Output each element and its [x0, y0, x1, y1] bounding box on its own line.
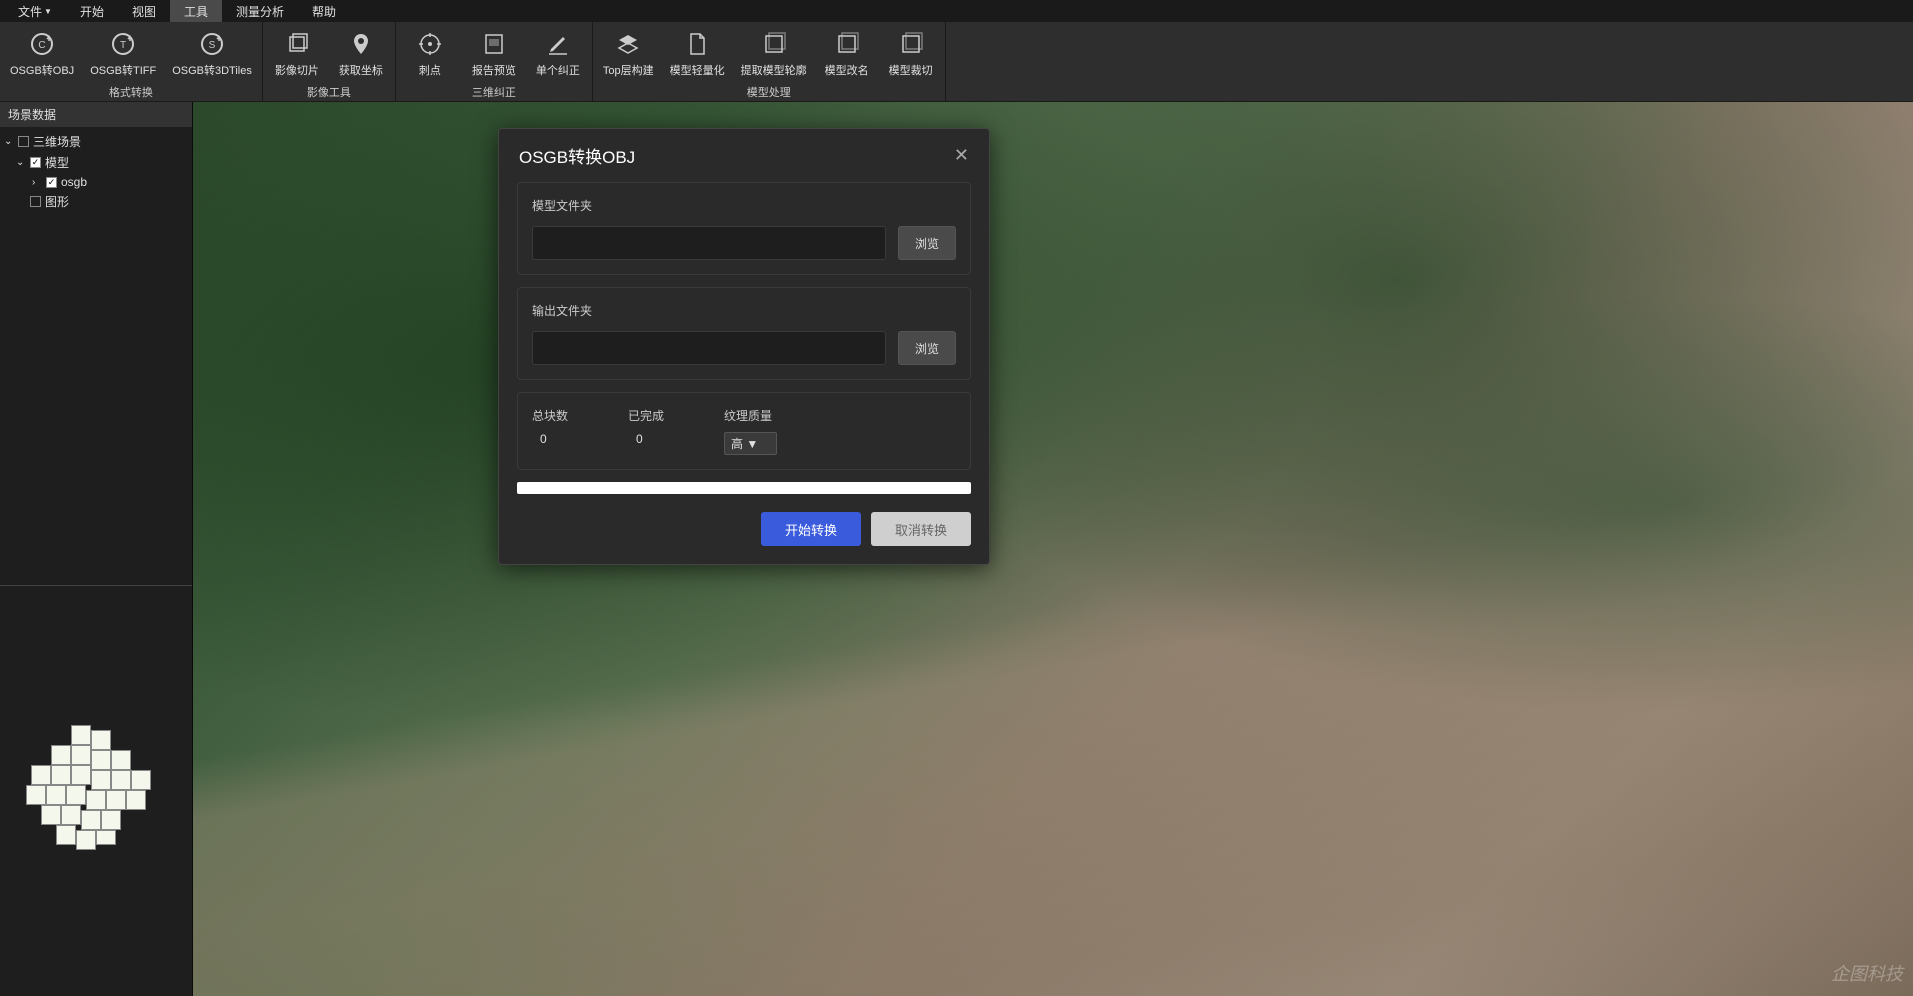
total-blocks-value: 0: [532, 432, 568, 446]
convert-c-icon: C: [28, 30, 56, 58]
output-folder-label: 输出文件夹: [532, 302, 956, 319]
texture-quality-label: 纹理质量: [724, 407, 777, 424]
3d-viewport[interactable]: 企图科技: [193, 102, 1913, 996]
checkbox[interactable]: [18, 136, 29, 147]
osgb-to-3dtiles-button[interactable]: S OSGB转3DTiles: [164, 22, 260, 82]
convert-t-icon: T: [109, 30, 137, 58]
close-icon[interactable]: ✕: [954, 145, 969, 166]
checkbox[interactable]: [30, 196, 41, 207]
svg-text:S: S: [209, 40, 216, 51]
top-layer-build-button[interactable]: Top层构建: [595, 22, 662, 82]
osgb-to-obj-button[interactable]: C OSGB转OBJ: [2, 22, 82, 82]
osgb-to-tiff-button[interactable]: T OSGB转TIFF: [82, 22, 164, 82]
watermark: 企图科技: [1831, 960, 1903, 986]
rename-icon: [833, 30, 861, 58]
ribbon-group-model: Top层构建 模型轻量化 提取模型轮廓 模型改名 模型裁切 模型处理: [593, 22, 946, 101]
checkbox[interactable]: [30, 157, 41, 168]
stack-icon: [614, 30, 642, 58]
menu-start[interactable]: 开始: [66, 0, 118, 22]
ribbon-group-image: 影像切片 获取坐标 影像工具: [263, 22, 396, 101]
pin-icon: [347, 30, 375, 58]
menu-view[interactable]: 视图: [118, 0, 170, 22]
menu-measure[interactable]: 测量分析: [222, 0, 298, 22]
menu-help[interactable]: 帮助: [298, 0, 350, 22]
report-preview-button[interactable]: 报告预览: [462, 22, 526, 82]
total-blocks-label: 总块数: [532, 407, 568, 424]
completed-value: 0: [628, 432, 664, 446]
checkbox[interactable]: [46, 177, 57, 188]
minimap[interactable]: [0, 594, 192, 996]
start-convert-button[interactable]: 开始转换: [761, 512, 861, 546]
prick-point-button[interactable]: 刺点: [398, 22, 462, 82]
scene-tree: ⌄ 三维场景 ⌄ 模型 › osgb 图形: [0, 127, 192, 577]
svg-text:T: T: [120, 40, 126, 51]
ribbon-toolbar: C OSGB转OBJ T OSGB转TIFF S OSGB转3DTiles 格式…: [0, 22, 1913, 102]
layers-icon: [283, 30, 311, 58]
tree-item-graphics[interactable]: 图形: [0, 191, 192, 212]
outline-icon: [760, 30, 788, 58]
divider: [0, 585, 192, 586]
convert-s-icon: S: [198, 30, 226, 58]
model-lightweight-button[interactable]: 模型轻量化: [662, 22, 733, 82]
report-icon: [480, 30, 508, 58]
menubar: 文件▼ 开始 视图 工具 测量分析 帮助: [0, 0, 1913, 22]
osgb-convert-dialog: OSGB转换OBJ ✕ 模型文件夹 浏览 输出文件夹 浏览 总块数 0: [498, 128, 990, 565]
sidebar-header: 场景数据: [0, 102, 192, 127]
svg-text:C: C: [38, 40, 45, 51]
tree-item-model[interactable]: ⌄ 模型: [0, 152, 192, 173]
ribbon-group-3d-correct: 刺点 报告预览 单个纠正 三维纠正: [396, 22, 593, 101]
ribbon-group-format: C OSGB转OBJ T OSGB转TIFF S OSGB转3DTiles 格式…: [0, 22, 263, 101]
model-folder-input[interactable]: [532, 226, 886, 260]
chevron-down-icon[interactable]: ⌄: [16, 157, 26, 168]
chevron-right-icon[interactable]: ›: [32, 177, 42, 188]
target-icon: [416, 30, 444, 58]
dialog-title: OSGB转换OBJ: [519, 143, 635, 168]
completed-label: 已完成: [628, 407, 664, 424]
pencil-icon: [544, 30, 572, 58]
cancel-convert-button[interactable]: 取消转换: [871, 512, 971, 546]
chevron-down-icon[interactable]: ⌄: [4, 136, 14, 147]
model-crop-button[interactable]: 模型裁切: [879, 22, 943, 82]
crop-icon: [897, 30, 925, 58]
extract-outline-button[interactable]: 提取模型轮廓: [733, 22, 815, 82]
tree-item-osgb[interactable]: › osgb: [0, 173, 192, 191]
tree-item-scene[interactable]: ⌄ 三维场景: [0, 131, 192, 152]
single-correct-button[interactable]: 单个纠正: [526, 22, 590, 82]
browse-model-button[interactable]: 浏览: [898, 226, 956, 260]
menu-tools[interactable]: 工具: [170, 0, 222, 22]
model-rename-button[interactable]: 模型改名: [815, 22, 879, 82]
image-slice-button[interactable]: 影像切片: [265, 22, 329, 82]
get-coords-button[interactable]: 获取坐标: [329, 22, 393, 82]
sidebar: 场景数据 ⌄ 三维场景 ⌄ 模型 › osgb 图形: [0, 102, 193, 996]
progress-bar: [517, 482, 971, 494]
texture-quality-select[interactable]: 高 ▼: [724, 432, 777, 455]
browse-output-button[interactable]: 浏览: [898, 331, 956, 365]
document-icon: [683, 30, 711, 58]
menu-file[interactable]: 文件▼: [4, 0, 66, 22]
model-folder-label: 模型文件夹: [532, 197, 956, 214]
output-folder-input[interactable]: [532, 331, 886, 365]
